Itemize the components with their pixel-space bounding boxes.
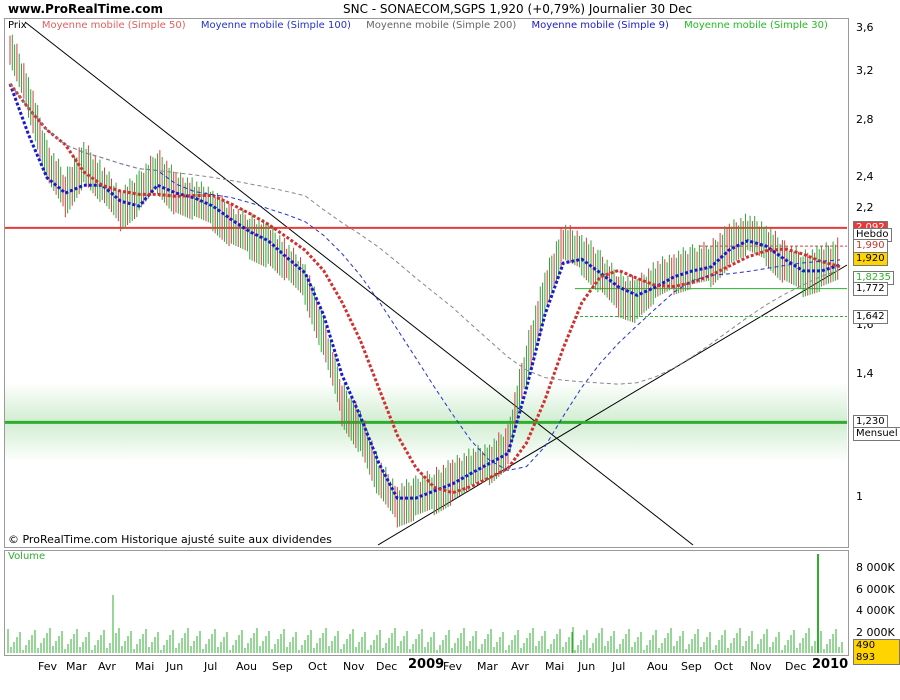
x-tick: 2010	[812, 657, 849, 672]
legend-prix: Prix	[8, 20, 27, 31]
x-tick: Mai	[135, 660, 155, 673]
x-tick: Aou	[236, 660, 258, 673]
x-tick: Oct	[308, 660, 328, 673]
x-tick: Mar	[66, 660, 87, 673]
volume-tick: 8 000K	[856, 561, 895, 574]
y-tick: 2,8	[856, 113, 874, 127]
legend-ma9: Moyenne mobile (Simple 9)	[531, 20, 669, 31]
legend-ma100: Moyenne mobile (Simple 100)	[200, 20, 351, 31]
x-tick: Sep	[681, 660, 702, 673]
volume-tick: 2 000K	[856, 626, 895, 639]
volume-tick: 4 000K	[856, 604, 895, 617]
volume-y-axis: 8 000K 6 000K 4 000K 2 000K 490 893	[848, 550, 900, 665]
x-tick: Mai	[545, 660, 565, 673]
x-tick: Avr	[511, 660, 529, 673]
x-tick: Sep	[272, 660, 293, 673]
y-tick: 2,4	[856, 169, 874, 183]
volume-last-tag: 490 893	[853, 639, 900, 665]
x-tick: Mar	[477, 660, 498, 673]
y-tick: 3,6	[856, 21, 874, 35]
price-tag: Mensuel	[853, 427, 900, 442]
x-tick: Aou	[647, 660, 669, 673]
price-chart[interactable]	[0, 0, 900, 700]
x-tick: Jul	[612, 660, 626, 673]
x-tick: Jun	[166, 660, 184, 673]
x-tick: Avr	[98, 660, 116, 673]
legend-ma30: Moyenne mobile (Simple 30)	[684, 20, 828, 31]
copyright-note: © ProRealTime.com Historique ajusté suit…	[8, 533, 332, 546]
volume-tick: 6 000K	[856, 583, 895, 596]
legend-ma50: Moyenne mobile (Simple 50)	[41, 20, 186, 31]
y-tick: 1	[856, 490, 863, 504]
x-tick: Jun	[578, 660, 596, 673]
x-tick: Nov	[343, 660, 365, 673]
y-tick: 1,4	[856, 366, 874, 380]
legend-ma200: Moyenne mobile (Simple 200)	[366, 20, 517, 31]
price-tag: 1,642	[853, 309, 888, 324]
price-tag: 1,772	[853, 281, 888, 296]
chart-legend: Prix Moyenne mobile (Simple 50) Moyenne …	[8, 20, 840, 31]
volume-label: Volume	[8, 551, 46, 562]
x-tick: Dec	[376, 660, 398, 673]
x-tick: Fev	[443, 660, 463, 673]
x-tick: 2009	[408, 657, 445, 672]
price-tag: 1,990	[853, 239, 888, 254]
y-tick: 2,2	[856, 201, 874, 215]
ma200-line	[9, 83, 841, 385]
price-tag: 1,920	[853, 252, 888, 267]
y-tick: 3,2	[856, 64, 874, 78]
x-tick: Nov	[750, 660, 772, 673]
x-tick: Dec	[785, 660, 807, 673]
x-tick: Oct	[714, 660, 734, 673]
x-tick: Jul	[204, 660, 218, 673]
x-tick: Fev	[38, 660, 58, 673]
trendline-down	[24, 21, 694, 546]
